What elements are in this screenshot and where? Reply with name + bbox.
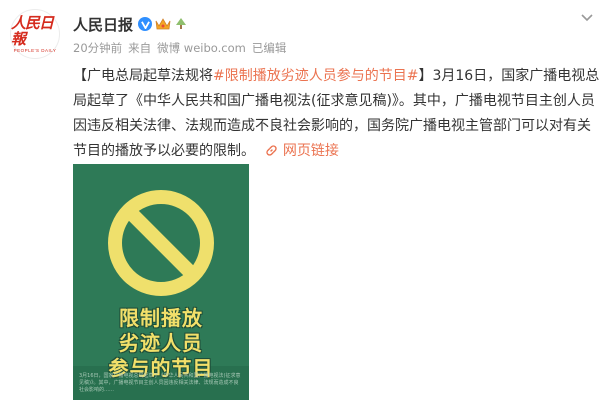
post-time[interactable]: 20分钟前 [73,40,122,56]
account-name-row: 人民日报 [73,14,188,34]
post-text: 【广电总局起草法规将#限制播放劣迹人员参与的节目#】3月16日，国家广播电视总局… [73,64,601,164]
crown-icon[interactable] [155,17,171,31]
avatar-logo-subtext: PEOPLE'S DAILY [13,48,57,53]
source-prefix: 来自 [128,41,152,55]
poster-fine-print: 3月16日，国家广播电视总局起草了《中华人民共和国广播电视法(征求意见稿)》。其… [79,373,241,393]
hashtag-link[interactable]: #限制播放劣迹人员参与的节目# [213,68,418,84]
post-bracket-close: 】 [418,68,433,84]
post-bracket-open: 【广电总局起草法规将 [73,68,213,84]
web-link[interactable]: 网页链接 [259,143,339,159]
link-icon [266,145,278,156]
post-source[interactable]: 微博 weibo.com [157,40,246,56]
post-image[interactable]: 限制播放 劣迹人员 参与的节目 3月16日，国家广播电视总局起草了《中华人民共和… [73,164,249,400]
chevron-down-icon[interactable] [580,12,594,22]
web-link-label: 网页链接 [282,143,339,159]
avatar[interactable]: 人民日報 PEOPLE'S DAILY [10,9,60,59]
prohibited-sign-icon [108,190,214,296]
weibo-post-card: 人民日報 PEOPLE'S DAILY 人民日报 20分钟前 来自 微博 wei… [0,0,608,413]
tree-icon[interactable] [174,17,188,31]
edited-label: 已编辑 [251,41,287,55]
avatar-logo-text: 人民日報 [11,14,54,48]
post-meta: 20分钟前 来自 微博 weibo.com 已编辑 [73,40,286,56]
verified-v-icon[interactable] [138,17,153,31]
account-name[interactable]: 人民日报 [73,14,133,35]
